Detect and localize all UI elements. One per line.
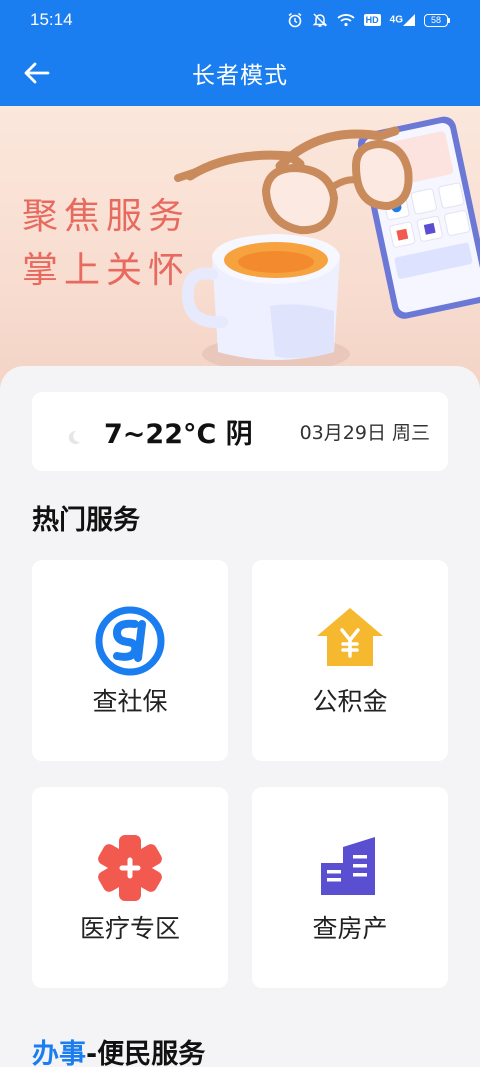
service-property[interactable]: 查房产: [252, 787, 448, 988]
hd-icon: HD: [363, 14, 381, 26]
medical-icon: [98, 835, 162, 901]
service-label: 查房产: [312, 914, 388, 943]
property-icon: [321, 837, 375, 895]
network-label: 4G: [389, 14, 403, 26]
banner-slogan: 聚焦服务 掌上关怀: [22, 190, 190, 298]
battery-level: 58: [424, 13, 448, 27]
back-arrow-icon: [24, 62, 50, 84]
signal-icon: 4G: [390, 14, 415, 26]
main-content: 7~22°C 阴 03月29日 周三 热门服务 查社保 公积金 医疗专区 查房产…: [0, 366, 480, 1067]
alarm-icon: [288, 12, 302, 28]
service-label: 公积金: [312, 687, 388, 716]
banner-line-1: 聚焦服务: [22, 196, 191, 237]
service-label: 医疗专区: [79, 914, 180, 943]
service-social-security[interactable]: 查社保: [32, 560, 228, 761]
housing-fund-icon: [317, 608, 383, 666]
social-security-icon: [95, 606, 165, 676]
status-time: 15:14: [30, 10, 73, 29]
service-label: 查社保: [92, 687, 168, 716]
nav-bar: 长者模式: [0, 40, 480, 106]
service-medical[interactable]: 医疗专区: [32, 787, 228, 988]
section-rest: -便民服务: [86, 1039, 206, 1067]
status-icons: HD 4G 58: [287, 12, 450, 28]
weather-temperature: 7~22°C 阴: [104, 419, 253, 450]
convenience-services-title: 办事-便民服务: [32, 1032, 205, 1067]
mute-icon: [312, 13, 327, 27]
moon-icon: [68, 430, 80, 444]
weather-date: 03月29日 周三: [299, 422, 430, 444]
banner-line-2: 掌上关怀: [22, 250, 191, 291]
service-housing-fund[interactable]: 公积金: [252, 560, 448, 761]
section-accent: 办事: [32, 1039, 86, 1067]
back-button[interactable]: [20, 56, 54, 90]
battery-icon: 58: [424, 13, 450, 27]
banner[interactable]: 聚焦服务 掌上关怀: [0, 106, 480, 396]
status-bar: 15:14 HD 4G 58: [0, 0, 480, 40]
hot-services-title: 热门服务: [32, 505, 140, 536]
wifi-icon: [337, 14, 355, 27]
page-title: 长者模式: [192, 63, 288, 89]
weather-card[interactable]: 7~22°C 阴 03月29日 周三: [32, 392, 448, 471]
